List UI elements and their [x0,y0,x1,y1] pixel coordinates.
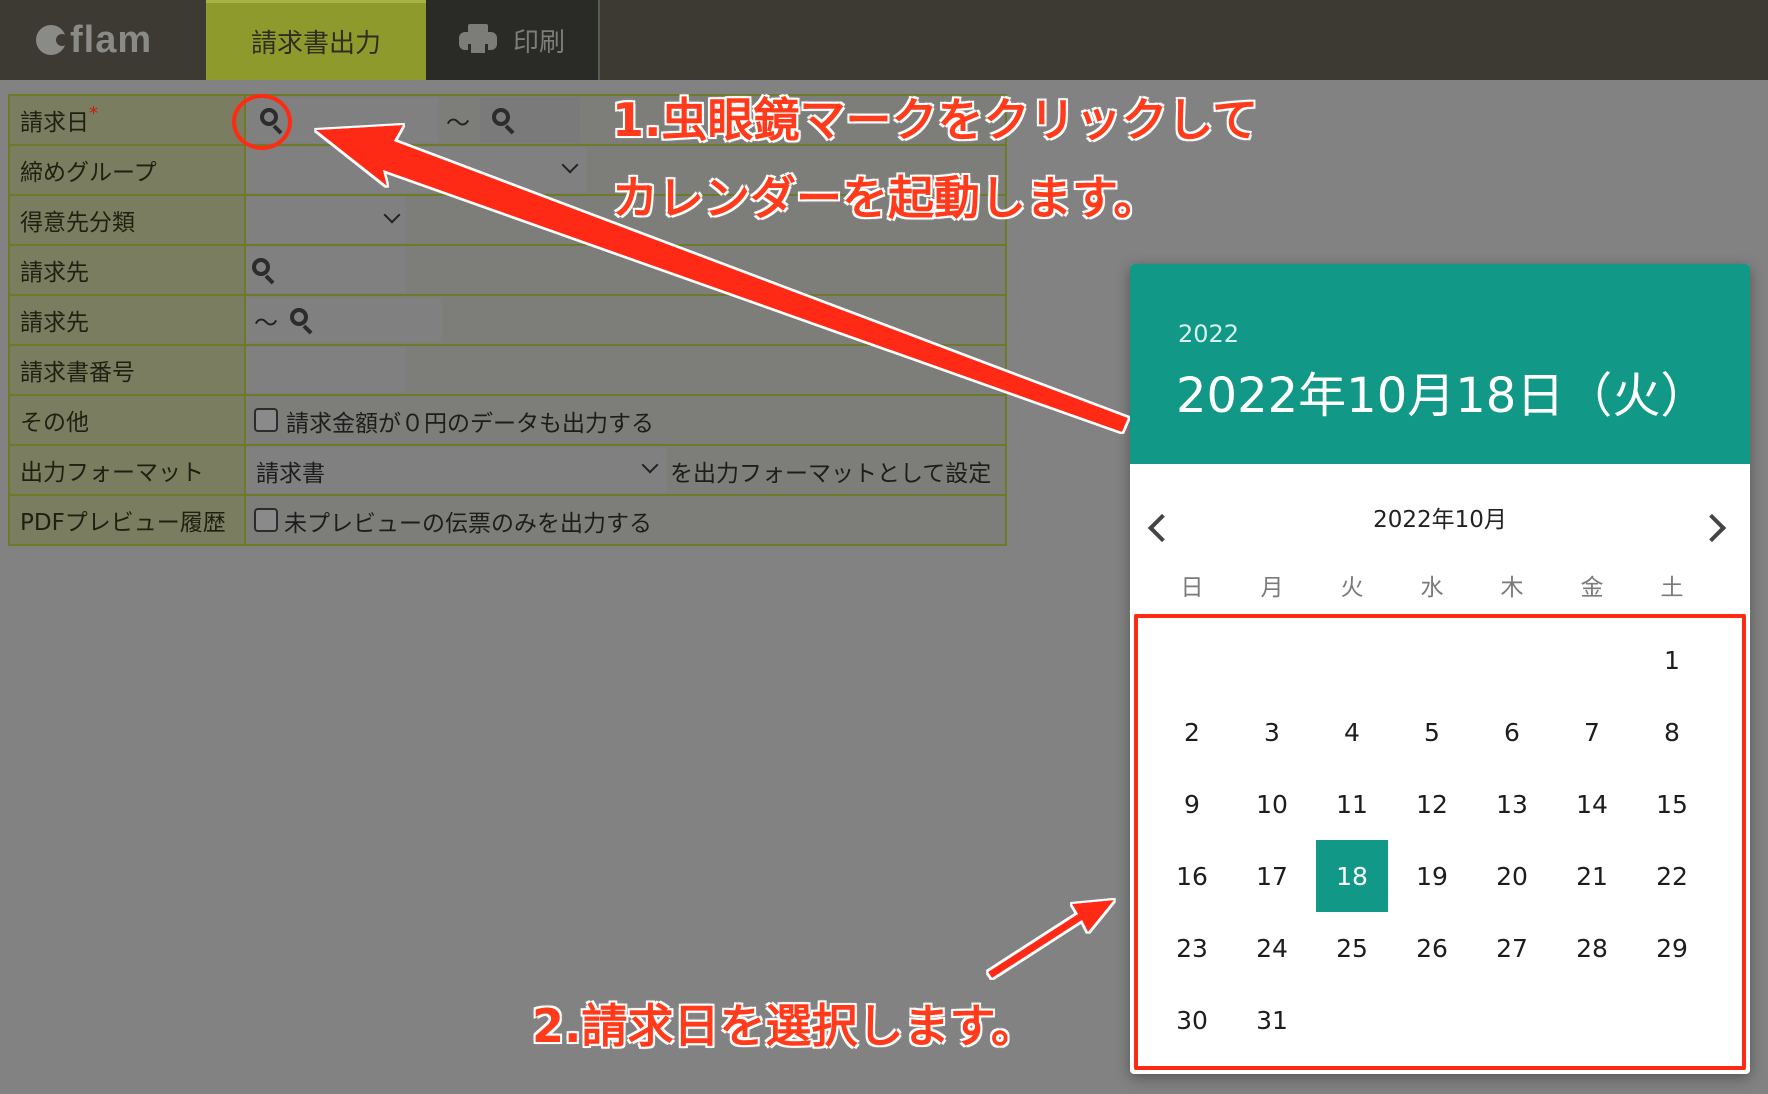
day-cell[interactable]: 10 [1236,768,1308,840]
unpreviewed-only-label[interactable]: 未プレビューの伝票のみを出力する [284,504,652,538]
day-cell[interactable]: 31 [1236,984,1308,1056]
billing-to-range-search-icon[interactable] [290,308,314,335]
tab-invoice-output[interactable]: 請求書出力 [206,0,426,80]
day-cell[interactable]: 4 [1316,696,1388,768]
day-cell[interactable]: 22 [1636,840,1708,912]
day-cell[interactable]: 30 [1156,984,1228,1056]
day-cell[interactable]: 2 [1156,696,1228,768]
day-cell[interactable]: 3 [1236,696,1308,768]
weekday-label: 土 [1660,575,1684,601]
form-row-other: その他 請求金額が０円のデータも出力する [8,394,1007,446]
date-picker-year[interactable]: 2022 [1178,320,1239,348]
date-picker: 2022 2022年10月18日（火） 2022年10月 日月火水木金土1234… [1130,264,1750,1074]
weekday-label: 火 [1340,575,1364,601]
form-row-output-format: 出力フォーマット 請求書 を出力フォーマットとして設定 [8,444,1007,496]
day-cell[interactable]: 29 [1636,912,1708,984]
tab-print-label: 印刷 [512,27,565,58]
output-format-value: 請求書 [256,461,325,487]
customer-category-select[interactable] [246,197,406,243]
weekday-label: 月 [1260,575,1284,601]
annotation-step2: 2.請求日を選択します。 [532,999,1037,1053]
day-cell[interactable]: 27 [1476,912,1548,984]
day-cell[interactable]: 19 [1396,840,1468,912]
form-row-billing-to-range: 請求先 〜 [8,294,1007,346]
closing-group-select[interactable] [246,147,586,193]
billing-to-range-label: 請求先 [20,310,89,336]
form-row-invoice-number: 請求書番号 [8,344,1007,396]
day-cell[interactable]: 28 [1556,912,1628,984]
invoice-number-input[interactable] [246,347,406,393]
include-zero-amount-label[interactable]: 請求金額が０円のデータも出力する [286,404,654,438]
required-mark: * [89,103,98,124]
invoice-number-label: 請求書番号 [20,360,135,386]
day-cell[interactable]: 7 [1556,696,1628,768]
date-picker-month-label: 2022年10月 [1373,507,1507,533]
range-tilde: 〜 [446,109,470,137]
tab-invoice-output-label: 請求書出力 [250,29,381,59]
annotation-arrow-2 [988,900,1114,978]
weekday-label: 木 [1500,575,1524,601]
other-label: その他 [20,410,89,436]
day-cell[interactable]: 24 [1236,912,1308,984]
day-cell[interactable]: 15 [1636,768,1708,840]
search-form: 請求日* 〜 締めグループ 得意先分類 請求先 請求先 〜 請求書番号 その他 … [8,94,1007,546]
day-cell[interactable]: 5 [1396,696,1468,768]
top-bar: flam 請求書出力 印刷 [0,0,1768,80]
annotation-circle [232,94,292,150]
pdf-preview-history-label: PDFプレビュー履歴 [20,510,226,536]
customer-category-label: 得意先分類 [20,210,135,236]
weekday-label: 金 [1580,575,1604,601]
day-selected[interactable]: 18 [1316,840,1388,912]
annotation-step1-line2: カレンダーを起動します。 [612,171,1160,225]
invoice-date-to-search-icon[interactable] [492,108,516,135]
day-cell[interactable]: 25 [1316,912,1388,984]
day-cell[interactable]: 17 [1236,840,1308,912]
day-cell[interactable]: 26 [1396,912,1468,984]
day-cell[interactable]: 13 [1476,768,1548,840]
day-cell[interactable]: 21 [1556,840,1628,912]
day-cell[interactable]: 12 [1396,768,1468,840]
date-picker-header: 2022 2022年10月18日（火） [1130,264,1750,464]
day-cell[interactable]: 23 [1156,912,1228,984]
weekday-label: 水 [1420,575,1444,601]
include-zero-amount-checkbox[interactable] [254,408,278,432]
date-picker-selected-date: 2022年10月18日（火） [1176,368,1709,424]
logo-mark-icon [36,25,68,55]
output-format-suffix: を出力フォーマットとして設定 [670,461,992,487]
billing-to-label: 請求先 [20,260,89,286]
day-cell[interactable]: 8 [1636,696,1708,768]
invoice-date-label: 請求日 [20,110,89,136]
logo-text: flam [70,18,153,61]
form-row-pdf-preview-history: PDFプレビュー履歴 未プレビューの伝票のみを出力する [8,494,1007,546]
day-cell[interactable]: 6 [1476,696,1548,768]
weekday-label: 日 [1180,575,1204,601]
app-logo[interactable]: flam [36,18,152,62]
printer-icon [458,24,497,56]
closing-group-label: 締めグループ [20,160,157,186]
range-tilde: 〜 [254,309,278,337]
day-cell[interactable]: 1 [1636,624,1708,696]
tab-print[interactable]: 印刷 [426,0,600,80]
billing-to-search-icon[interactable] [252,258,276,285]
form-row-billing-to: 請求先 [8,244,1007,296]
unpreviewed-only-checkbox[interactable] [254,508,278,532]
day-cell[interactable]: 16 [1156,840,1228,912]
day-cell[interactable]: 11 [1316,768,1388,840]
day-cell[interactable]: 20 [1476,840,1548,912]
day-cell[interactable]: 9 [1156,768,1228,840]
annotation-step1-line1: 1.虫眼鏡マークをクリックして [612,93,1259,147]
output-format-label: 出力フォーマット [20,460,204,486]
day-cell[interactable]: 14 [1556,768,1628,840]
